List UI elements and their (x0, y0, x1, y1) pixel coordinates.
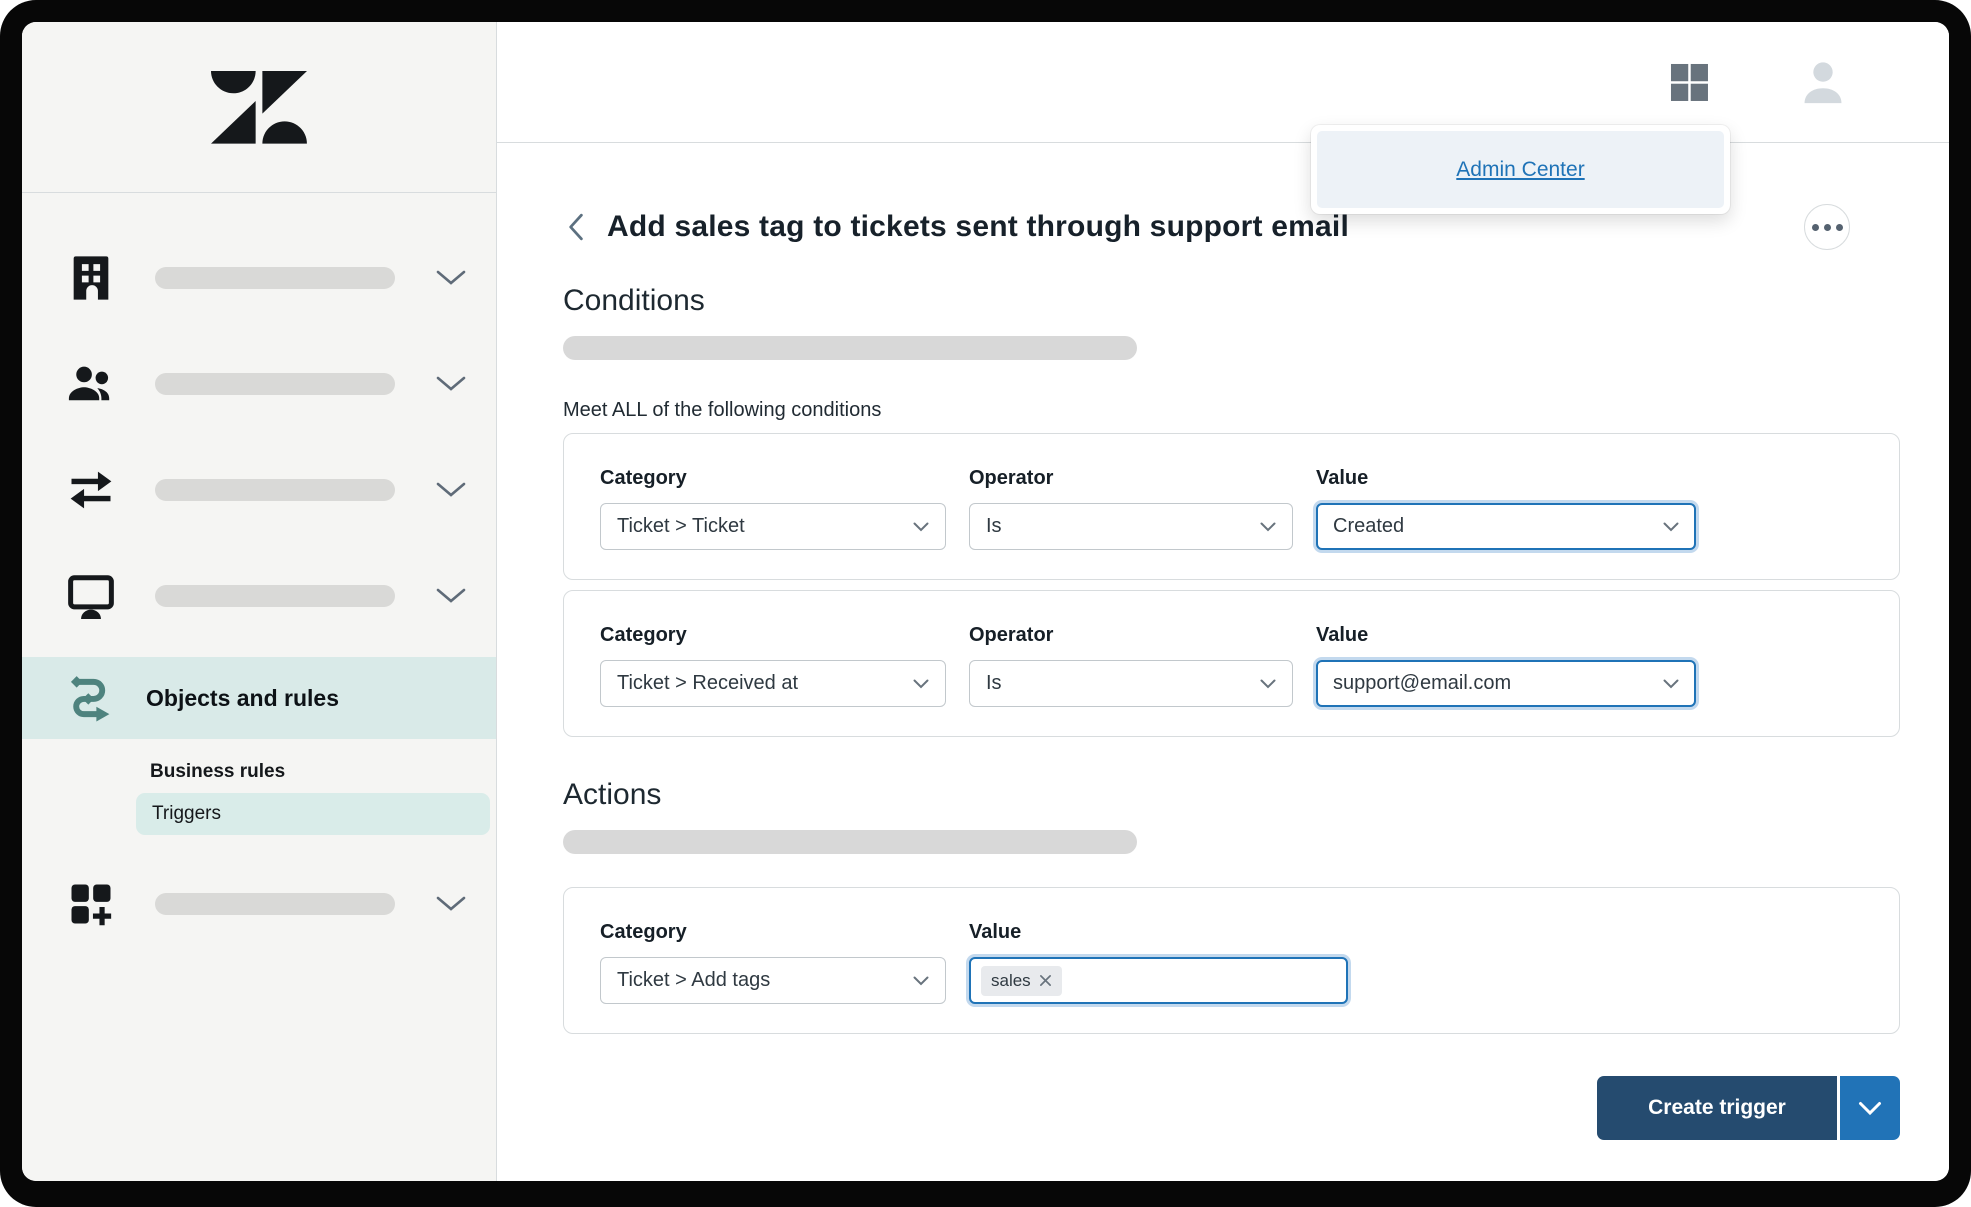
tag-label: sales (991, 971, 1031, 991)
building-icon (65, 252, 117, 304)
operator-label: Operator (969, 624, 1293, 647)
nav-label-skeleton (155, 267, 395, 289)
chevron-down-icon[interactable] (436, 896, 466, 912)
conditions-description-skeleton (563, 336, 1137, 360)
condition-card: Category Ticket > Ticket Operator Is (563, 433, 1900, 580)
nav-label-skeleton (155, 893, 395, 915)
select-value: Created (1333, 515, 1404, 538)
nav-label-skeleton (155, 585, 395, 607)
remove-tag-icon[interactable] (1039, 974, 1052, 987)
actions-description-skeleton (563, 830, 1137, 854)
workflow-icon (65, 670, 117, 726)
chevron-down-icon (1260, 679, 1276, 689)
app-window: Objects and rules Business rules Trigger… (22, 22, 1949, 1181)
condition-2-category-select[interactable]: Ticket > Received at (600, 660, 946, 707)
screenshot-canvas: Objects and rules Business rules Trigger… (0, 0, 1971, 1207)
value-field: Value support@email.com (1316, 624, 1696, 707)
tags-input[interactable]: sales (969, 957, 1348, 1004)
select-value: Ticket > Received at (617, 672, 798, 695)
chevron-down-icon (913, 976, 929, 986)
action-card: Category Ticket > Add tags Value sales (563, 887, 1900, 1034)
select-value: support@email.com (1333, 672, 1511, 695)
app-grid-icon[interactable] (1666, 59, 1712, 105)
nav-label-skeleton (155, 373, 395, 395)
apps-add-icon (65, 878, 117, 930)
condition-1-operator-select[interactable]: Is (969, 503, 1293, 550)
chevron-down-icon[interactable] (436, 270, 466, 286)
select-value: Is (986, 672, 1002, 695)
value-label: Value (1316, 467, 1696, 490)
footer-actions: Create trigger (563, 1076, 1900, 1140)
chevron-down-icon (1858, 1101, 1882, 1116)
chevron-down-icon (1663, 679, 1679, 689)
chevron-down-icon (1260, 522, 1276, 532)
condition-1-value-select[interactable]: Created (1316, 503, 1696, 550)
create-trigger-dropdown-button[interactable] (1840, 1076, 1900, 1140)
sidebar-nav: Objects and rules Business rules Trigger… (22, 193, 496, 957)
operator-field: Operator Is (969, 624, 1293, 707)
sidebar-item-channels[interactable] (22, 437, 496, 543)
sidebar-item-people[interactable] (22, 331, 496, 437)
sidebar-logo-area (22, 22, 496, 193)
chevron-down-icon (1663, 522, 1679, 532)
category-field: Category Ticket > Received at (600, 624, 946, 707)
select-value: Ticket > Add tags (617, 969, 770, 992)
sidebar-item-label: Objects and rules (146, 685, 339, 712)
dot (1836, 224, 1843, 231)
value-field: Value sales (969, 921, 1348, 1004)
tag-chip: sales (981, 966, 1062, 996)
sidebar: Objects and rules Business rules Trigger… (22, 22, 497, 1181)
condition-card: Category Ticket > Received at Operator I… (563, 590, 1900, 737)
main-area: Admin Center Add sales tag to tickets se… (497, 22, 1949, 1181)
ellipsis-icon[interactable] (1804, 204, 1850, 250)
category-label: Category (600, 624, 946, 647)
page-content: Add sales tag to tickets sent through su… (497, 143, 1949, 1181)
category-field: Category Ticket > Ticket (600, 467, 946, 550)
back-chevron-icon[interactable] (563, 210, 597, 244)
zendesk-logo-icon[interactable] (211, 71, 307, 144)
action-1-category-select[interactable]: Ticket > Add tags (600, 957, 946, 1004)
people-icon (65, 358, 117, 410)
category-label: Category (600, 921, 946, 944)
page-title: Add sales tag to tickets sent through su… (607, 210, 1349, 244)
meet-all-label: Meet ALL of the following conditions (563, 399, 1900, 422)
admin-center-popup: Admin Center (1311, 125, 1730, 214)
category-field: Category Ticket > Add tags (600, 921, 946, 1004)
admin-center-link[interactable]: Admin Center (1456, 158, 1584, 182)
monitor-person-icon (65, 568, 117, 624)
chevron-down-icon (913, 679, 929, 689)
admin-center-popup-row: Admin Center (1317, 131, 1724, 208)
sidebar-item-workspaces[interactable] (22, 543, 496, 649)
chevron-down-icon[interactable] (436, 376, 466, 392)
user-avatar-icon[interactable] (1796, 55, 1850, 109)
nav-label-skeleton (155, 479, 395, 501)
operator-field: Operator Is (969, 467, 1293, 550)
sidebar-item-apps[interactable] (22, 851, 496, 957)
select-value: Ticket > Ticket (617, 515, 745, 538)
category-label: Category (600, 467, 946, 490)
swap-arrows-icon (65, 464, 117, 516)
sidebar-item-objects-and-rules[interactable]: Objects and rules (22, 657, 496, 739)
value-field: Value Created (1316, 467, 1696, 550)
triggers-label: Triggers (152, 803, 221, 825)
top-bar (497, 22, 1949, 143)
condition-2-operator-select[interactable]: Is (969, 660, 1293, 707)
chevron-down-icon (913, 522, 929, 532)
value-label: Value (969, 921, 1348, 944)
select-value: Is (986, 515, 1002, 538)
conditions-heading: Conditions (563, 284, 1900, 318)
chevron-down-icon[interactable] (436, 482, 466, 498)
sidebar-subitem-business-rules[interactable]: Business rules (150, 761, 496, 783)
sidebar-item-account[interactable] (22, 225, 496, 331)
dot (1812, 224, 1819, 231)
dot (1824, 224, 1831, 231)
create-trigger-button[interactable]: Create trigger (1597, 1076, 1837, 1140)
value-label: Value (1316, 624, 1696, 647)
chevron-down-icon[interactable] (436, 588, 466, 604)
sidebar-subitem-triggers[interactable]: Triggers (136, 793, 490, 835)
actions-heading: Actions (563, 778, 1900, 812)
condition-1-category-select[interactable]: Ticket > Ticket (600, 503, 946, 550)
operator-label: Operator (969, 467, 1293, 490)
condition-2-value-select[interactable]: support@email.com (1316, 660, 1696, 707)
